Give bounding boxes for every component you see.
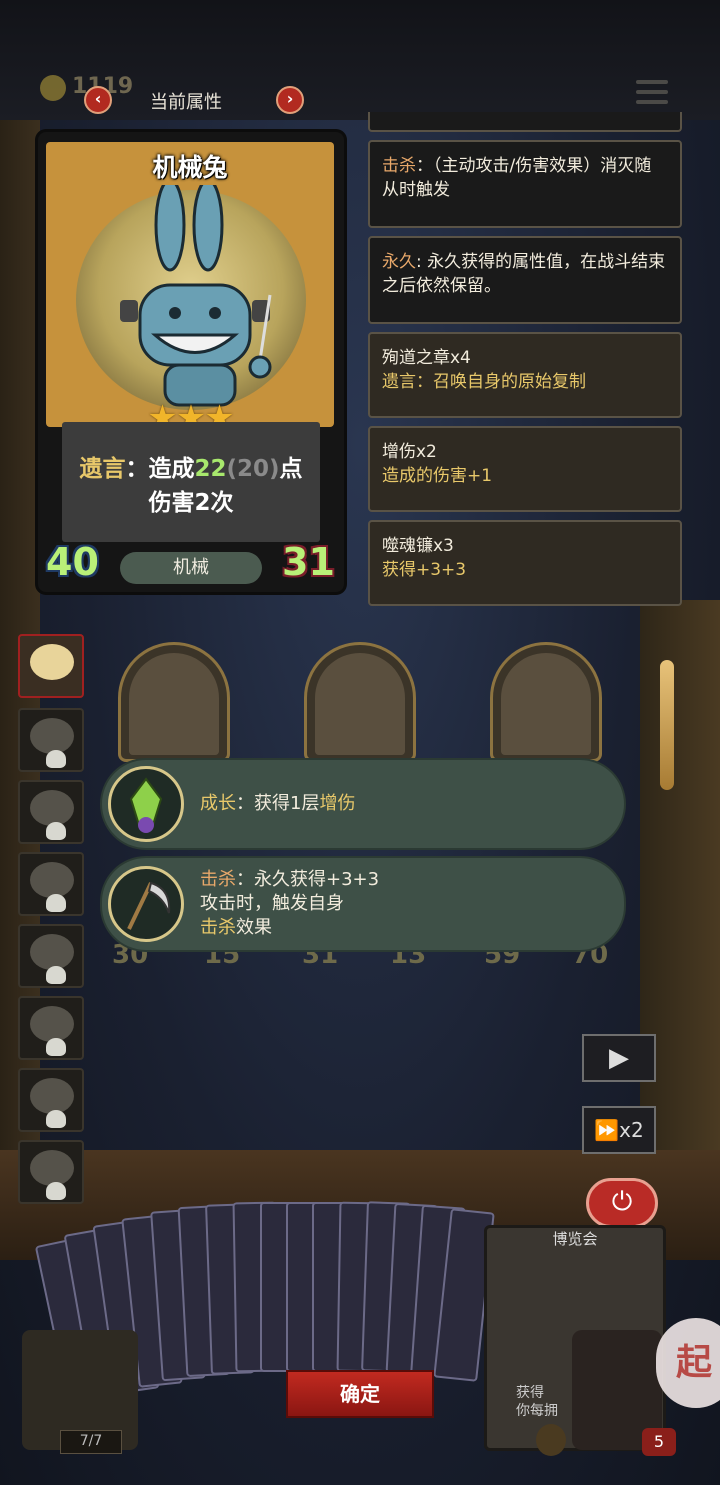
effect-text: 击杀：永久获得+3+3 攻击时，触发自身 击杀效果: [200, 869, 380, 938]
confirm-button[interactable]: 确定: [286, 1370, 434, 1418]
hero-slot-7[interactable]: [18, 1068, 84, 1132]
fast-forward-icon: ⏩: [594, 1118, 620, 1142]
buff-name: 噬魂镰x3: [382, 536, 454, 556]
deck-counter: 7/7: [60, 1430, 122, 1454]
hero-slot-2[interactable]: [18, 708, 84, 772]
desc-text-2: 点: [279, 456, 303, 482]
skull-icon: [46, 822, 66, 840]
background-wall-right: [640, 600, 720, 1180]
lamp-decoration: [660, 660, 674, 790]
hero-description: 遗言：造成22(20)点 伤害2次: [62, 452, 320, 520]
buff-effect: 造成的伤害+1: [382, 466, 493, 486]
buff-effect: 遗言：召唤自身的原始复制: [382, 372, 586, 392]
green-crystal-icon: [108, 766, 184, 842]
scythe-icon: [108, 866, 184, 942]
mechanical-rabbit-illustration: [120, 185, 272, 407]
speed-button[interactable]: ⏩x2: [582, 1106, 656, 1154]
keyword-deathrattle: 遗言: [79, 456, 126, 482]
shop-card-title: 博览会: [552, 1230, 598, 1248]
hero-slot-8[interactable]: [18, 1140, 84, 1204]
hero-attack: 40: [46, 540, 99, 584]
skull-icon: [46, 750, 66, 768]
menu-icon[interactable]: [636, 80, 668, 108]
desc-text: ：造成: [125, 456, 195, 482]
hero-slot-6[interactable]: [18, 996, 84, 1060]
prev-page-button[interactable]: ‹: [84, 86, 112, 114]
page-title: 当前属性: [150, 92, 222, 113]
hero-health: 31: [282, 540, 335, 584]
avatar-count-badge: 5: [642, 1428, 676, 1456]
buff-panel-martyr: 殉道之章x4 遗言：召唤自身的原始复制: [368, 332, 682, 418]
shield-icon[interactable]: [536, 1424, 566, 1456]
buff-effect: 获得+3+3: [382, 560, 467, 580]
damage-base: (20): [226, 456, 280, 482]
coin-icon: [40, 75, 66, 101]
keyword-panel-kill: 击杀：（主动攻击/伤害效果）消灭随从时触发: [368, 140, 682, 228]
hero-slot-5[interactable]: [18, 924, 84, 988]
buff-name: 增伤x2: [382, 442, 437, 462]
board-minion-2[interactable]: [304, 642, 416, 762]
play-button[interactable]: ▶: [582, 1034, 656, 1082]
board-minion-3[interactable]: [490, 642, 602, 762]
effect-text: 成长：获得1层增伤: [200, 793, 356, 814]
skull-icon: [46, 1038, 66, 1056]
hero-slot-3[interactable]: [18, 780, 84, 844]
side-action-button[interactable]: 起: [656, 1318, 720, 1408]
buff-name: 殉道之章x4: [382, 348, 471, 368]
skull-icon: [46, 966, 66, 984]
hero-tribe-badge: 机械: [120, 552, 262, 584]
skull-icon: [46, 1110, 66, 1128]
panel-scroll-edge: [368, 112, 682, 132]
speed-label: x2: [619, 1118, 644, 1142]
keyword-panel-permanent: 永久: 永久获得的属性值，在战斗结束之后依然保留。: [368, 236, 682, 324]
hero-slot-4[interactable]: [18, 852, 84, 916]
board-minion-1[interactable]: [118, 642, 230, 762]
effect-bubble-growth: 成长：获得1层增伤: [100, 758, 626, 850]
hero-name: 机械兔: [152, 153, 228, 182]
skull-icon: [46, 1182, 66, 1200]
desc-line-2: 伤害2次: [148, 490, 234, 516]
effect-bubble-kill: 击杀：永久获得+3+3 攻击时，触发自身 击杀效果: [100, 856, 626, 952]
shop-card-text: 获得 你每拥: [516, 1385, 558, 1419]
damage-value: 22: [194, 456, 227, 482]
buff-panel-soul-scythe: 噬魂镰x3 获得+3+3: [368, 520, 682, 606]
hero-slot-1[interactable]: [18, 634, 84, 698]
skull-icon: [46, 894, 66, 912]
buff-panel-damage-up: 增伤x2 造成的伤害+1: [368, 426, 682, 512]
next-page-button[interactable]: ›: [276, 86, 304, 114]
